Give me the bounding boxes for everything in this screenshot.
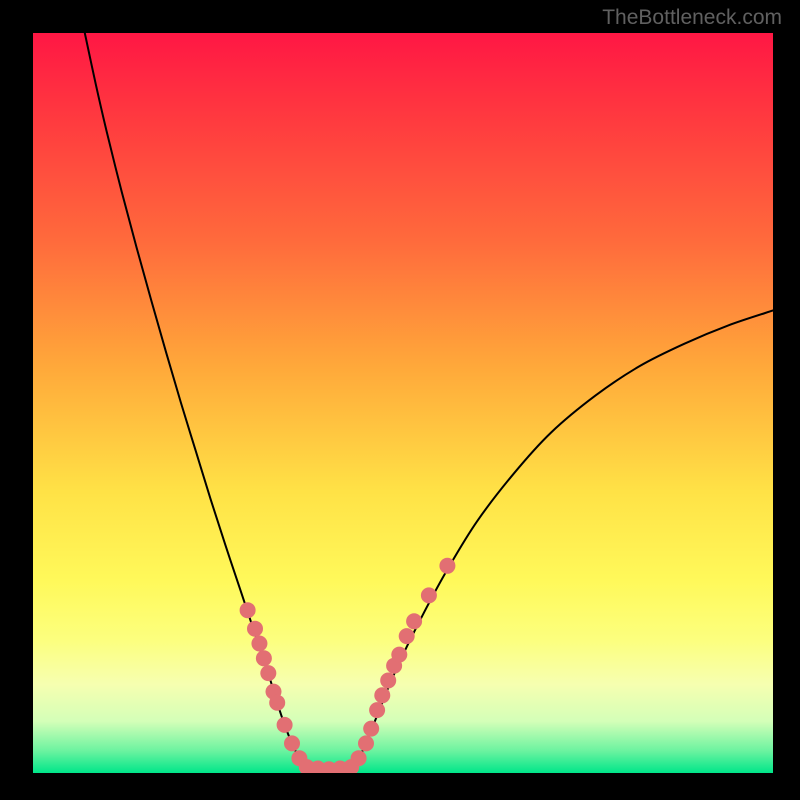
marker-point [284,735,300,751]
marker-point [358,735,374,751]
marker-point [439,558,455,574]
marker-point [260,665,276,681]
marker-point [277,717,293,733]
marker-point [251,636,267,652]
marker-point [256,650,272,666]
marker-point [421,587,437,603]
marker-point [391,647,407,663]
marker-point [363,721,379,737]
marker-point [269,695,285,711]
marker-point [369,702,385,718]
watermark-text: TheBottleneck.com [602,6,782,30]
marker-point [247,621,263,637]
marker-point [399,628,415,644]
marker-point [406,613,422,629]
marker-point [374,687,390,703]
chart-background [33,33,773,773]
chart-svg [33,33,773,773]
bottleneck-chart [33,33,773,773]
marker-point [380,673,396,689]
marker-point [240,602,256,618]
